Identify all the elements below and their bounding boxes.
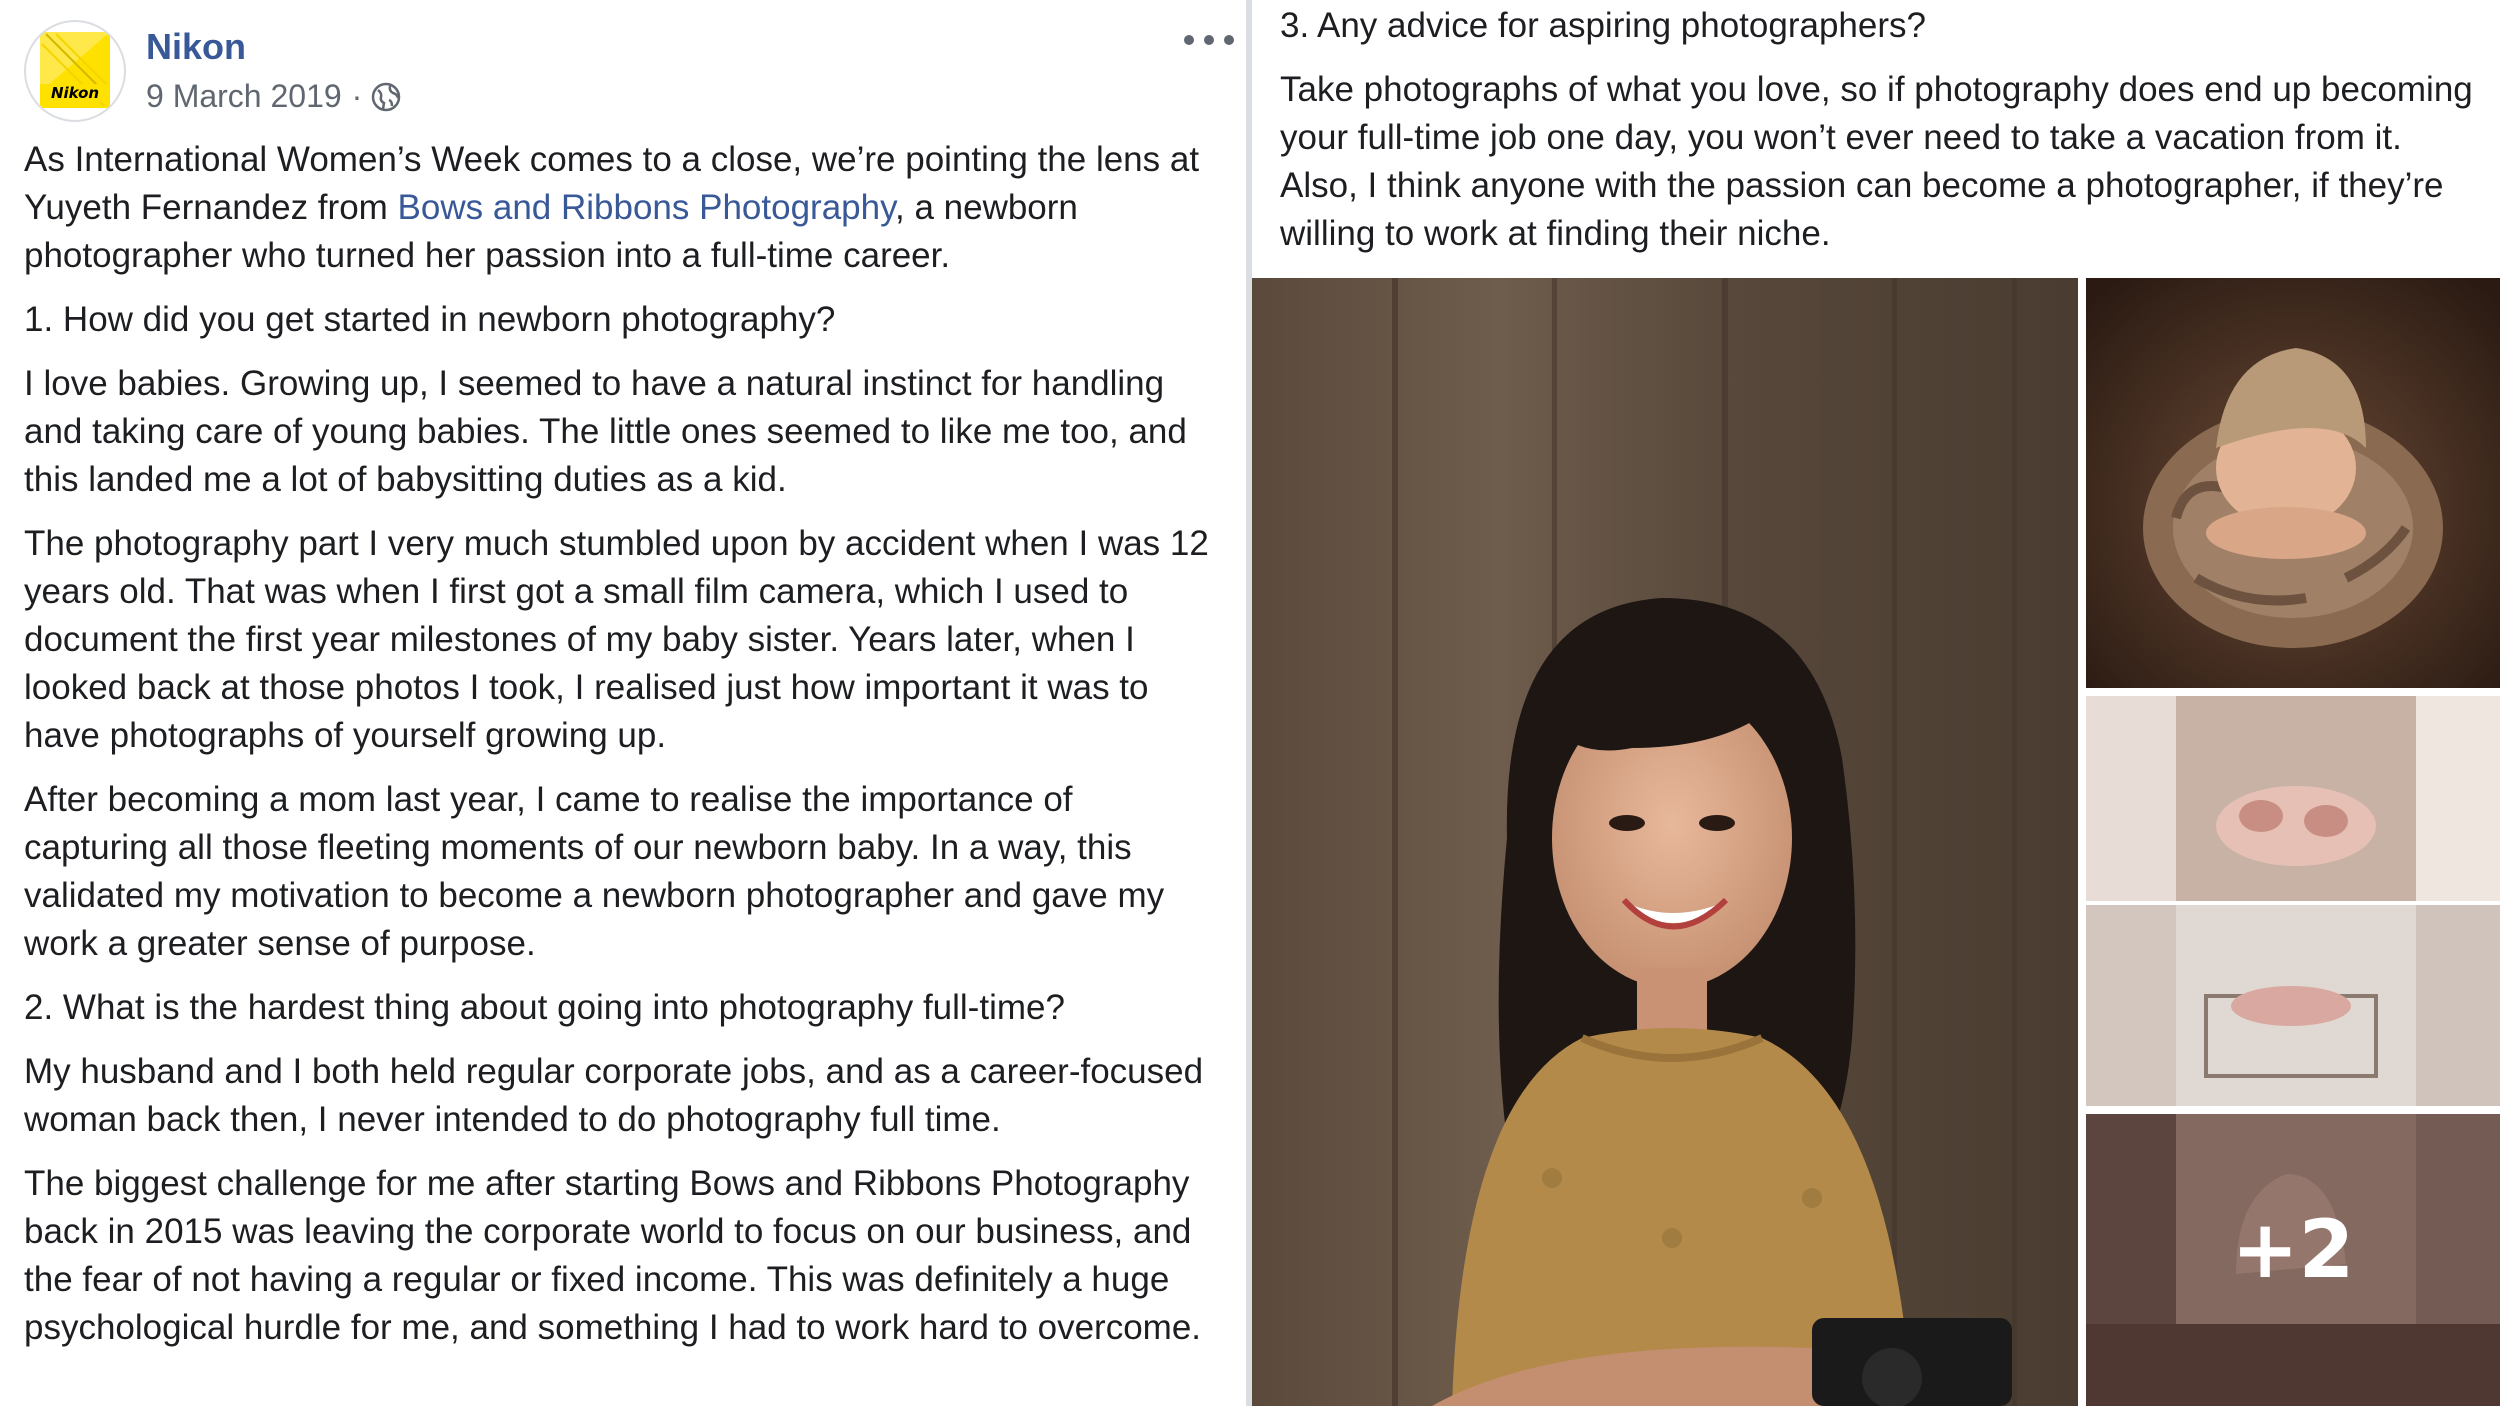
post-body-continued: 3. Any advice for aspiring photographers… (1280, 2, 2480, 274)
photo-thumbnail-2[interactable] (2086, 696, 2500, 1106)
post-meta: 9 March 2019 · (146, 78, 402, 115)
globe-icon[interactable] (370, 81, 402, 113)
photo-thumbnail-1[interactable] (2086, 278, 2500, 688)
answer-2b: The biggest challenge for me after start… (24, 1164, 1202, 1347)
photo-thumbnail-3-more[interactable]: +2 (2086, 1114, 2500, 1406)
question-2: 2. What is the hardest thing about going… (24, 988, 1065, 1027)
answer-1c: After becoming a mom last year, I came t… (24, 780, 1165, 963)
answer-2a: My husband and I both held regular corpo… (24, 1052, 1204, 1139)
page-avatar[interactable]: Nikon (24, 20, 126, 122)
post-right-column: 3. Any advice for aspiring photographers… (1252, 0, 2500, 1406)
nikon-logo-text: Nikon (51, 84, 99, 102)
page-name-link[interactable]: Nikon (146, 26, 246, 68)
bows-and-ribbons-link[interactable]: Bows and Ribbons Photography (398, 188, 895, 227)
post-body: As International Women’s Week comes to a… (24, 136, 1224, 1352)
post-date[interactable]: 9 March 2019 (146, 78, 342, 115)
portrait-image (1252, 278, 2078, 1406)
post-header: Nikon Nikon 9 March 2019 · (24, 0, 1234, 136)
answer-3: Take photographs of what you love, so if… (1280, 70, 2473, 253)
question-1: 1. How did you get started in newborn ph… (24, 300, 836, 339)
post-left-column: Nikon Nikon 9 March 2019 · As Internatio… (24, 0, 1234, 1368)
newborn-basket-image (2086, 278, 2500, 688)
answer-1b: The photography part I very much stumble… (24, 524, 1209, 755)
photo-portrait[interactable] (1252, 278, 2078, 1406)
post-paragraph-intro: As International Women’s Week comes to a… (24, 136, 1224, 280)
facebook-post-screenshot: Nikon Nikon 9 March 2019 · As Internatio… (0, 0, 2500, 1406)
more-dot (1224, 35, 1234, 45)
hospital-newborn-image (2086, 696, 2500, 1106)
more-photos-count: +2 (2231, 1202, 2355, 1296)
more-dot (1204, 35, 1214, 45)
more-dot (1184, 35, 1194, 45)
meta-separator: · (351, 78, 363, 114)
question-3: 3. Any advice for aspiring photographers… (1280, 6, 1926, 45)
nikon-logo: Nikon (40, 32, 110, 108)
more-options-icon[interactable] (1184, 30, 1234, 50)
answer-1a: I love babies. Growing up, I seemed to h… (24, 364, 1187, 499)
